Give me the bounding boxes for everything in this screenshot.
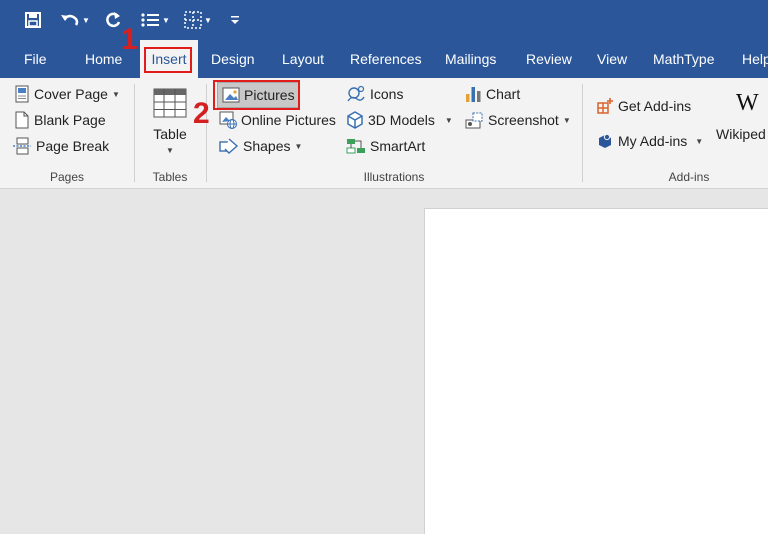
shapes-icon: [219, 138, 239, 154]
addins-icon: [599, 133, 611, 148]
quick-access-toolbar: ▼ ▼ ▼: [0, 0, 768, 40]
group-label-illustrations: Illustrations: [363, 170, 425, 184]
tab-references[interactable]: References: [350, 40, 422, 78]
page-break-label: Page Break: [36, 138, 110, 154]
group-divider: [582, 84, 583, 182]
3d-models-label: 3D Models: [368, 112, 435, 128]
cube-icon: [347, 111, 363, 129]
bullets-icon[interactable]: ▼: [140, 0, 170, 40]
chevron-down-icon: ▼: [166, 146, 174, 155]
page-break-button[interactable]: Page Break: [12, 134, 109, 158]
screenshot-label: Screenshot: [488, 112, 559, 128]
tab-layout[interactable]: Layout: [282, 40, 324, 78]
chart-button[interactable]: Chart: [464, 82, 520, 106]
tab-mailings[interactable]: Mailings: [445, 40, 496, 78]
chart-label: Chart: [486, 86, 521, 102]
tab-view[interactable]: View: [597, 40, 627, 78]
tab-help[interactable]: Help: [742, 40, 768, 78]
shapes-label: Shapes: [243, 138, 291, 154]
pictures-highlight: [213, 80, 300, 110]
customize-icon[interactable]: [230, 0, 240, 40]
tab-design[interactable]: Design: [211, 40, 255, 78]
borders-icon[interactable]: ▼: [184, 0, 212, 40]
group-divider: [134, 84, 135, 182]
smartart-label: SmartArt: [370, 138, 426, 154]
tab-mathtype[interactable]: MathType: [653, 40, 714, 78]
icons-label: Icons: [370, 86, 404, 102]
ribbon-insert-panel: Cover Page ▼ Blank Page Page Break Pages…: [0, 78, 768, 189]
group-label-tables: Tables: [152, 170, 188, 184]
step-2-marker: 2: [193, 97, 210, 130]
table-label: Table: [153, 126, 187, 142]
table-button[interactable]: Table ▼: [140, 84, 200, 168]
group-label-addins: Add-ins: [668, 170, 710, 184]
chart-icon: [466, 87, 481, 102]
tab-home[interactable]: Home: [85, 40, 122, 78]
icons-button[interactable]: Icons: [346, 82, 403, 106]
smartart-button[interactable]: SmartArt: [346, 134, 425, 158]
get-addins-label: Get Add-ins: [618, 98, 692, 114]
online-pictures-button[interactable]: Online Pictures: [219, 108, 336, 132]
store-icon: [597, 98, 613, 114]
blank-page-label: Blank Page: [34, 112, 106, 128]
chevron-down-icon: ▼: [111, 89, 120, 99]
tab-review[interactable]: Review: [526, 40, 572, 78]
wikipedia-button[interactable]: Wikiped: [716, 126, 766, 142]
icons-icon: [347, 85, 365, 102]
3d-models-button[interactable]: 3D Models ▼: [346, 108, 453, 132]
redo-icon[interactable]: [104, 0, 122, 40]
screenshot-icon: [465, 112, 483, 129]
tab-file[interactable]: File: [24, 40, 47, 78]
save-icon[interactable]: [24, 0, 42, 40]
chevron-down-icon: ▼: [562, 115, 571, 125]
blank-page-icon: [15, 111, 29, 129]
ribbon-tabs: File Home Insert Design Layout Reference…: [0, 40, 768, 78]
insert-tab-highlight: [144, 47, 192, 73]
document-page[interactable]: [424, 208, 768, 534]
page-break-icon: [13, 137, 31, 155]
chevron-down-icon: ▼: [294, 141, 303, 151]
chevron-down-icon: ▼: [444, 115, 453, 125]
get-addins-button[interactable]: Get Add-ins: [596, 94, 691, 118]
cover-page-button[interactable]: Cover Page ▼: [14, 82, 120, 106]
cover-page-label: Cover Page: [34, 86, 108, 102]
group-label-pages: Pages: [49, 170, 85, 184]
chevron-down-icon: ▼: [695, 136, 704, 146]
screenshot-button[interactable]: Screenshot ▼: [464, 108, 571, 132]
table-icon: [153, 88, 187, 118]
step-1-marker: 1: [121, 23, 138, 56]
undo-icon[interactable]: ▼: [60, 0, 90, 40]
wikipedia-logo-icon: W: [736, 90, 759, 116]
my-addins-button[interactable]: My Add-ins ▼: [596, 129, 703, 153]
cover-page-icon: [15, 85, 29, 103]
smartart-icon: [346, 139, 365, 154]
blank-page-button[interactable]: Blank Page: [14, 108, 106, 132]
online-pictures-label: Online Pictures: [241, 112, 336, 128]
my-addins-label: My Add-ins: [618, 133, 688, 149]
shapes-button[interactable]: Shapes ▼: [219, 134, 302, 158]
online-pictures-icon: [219, 111, 237, 129]
